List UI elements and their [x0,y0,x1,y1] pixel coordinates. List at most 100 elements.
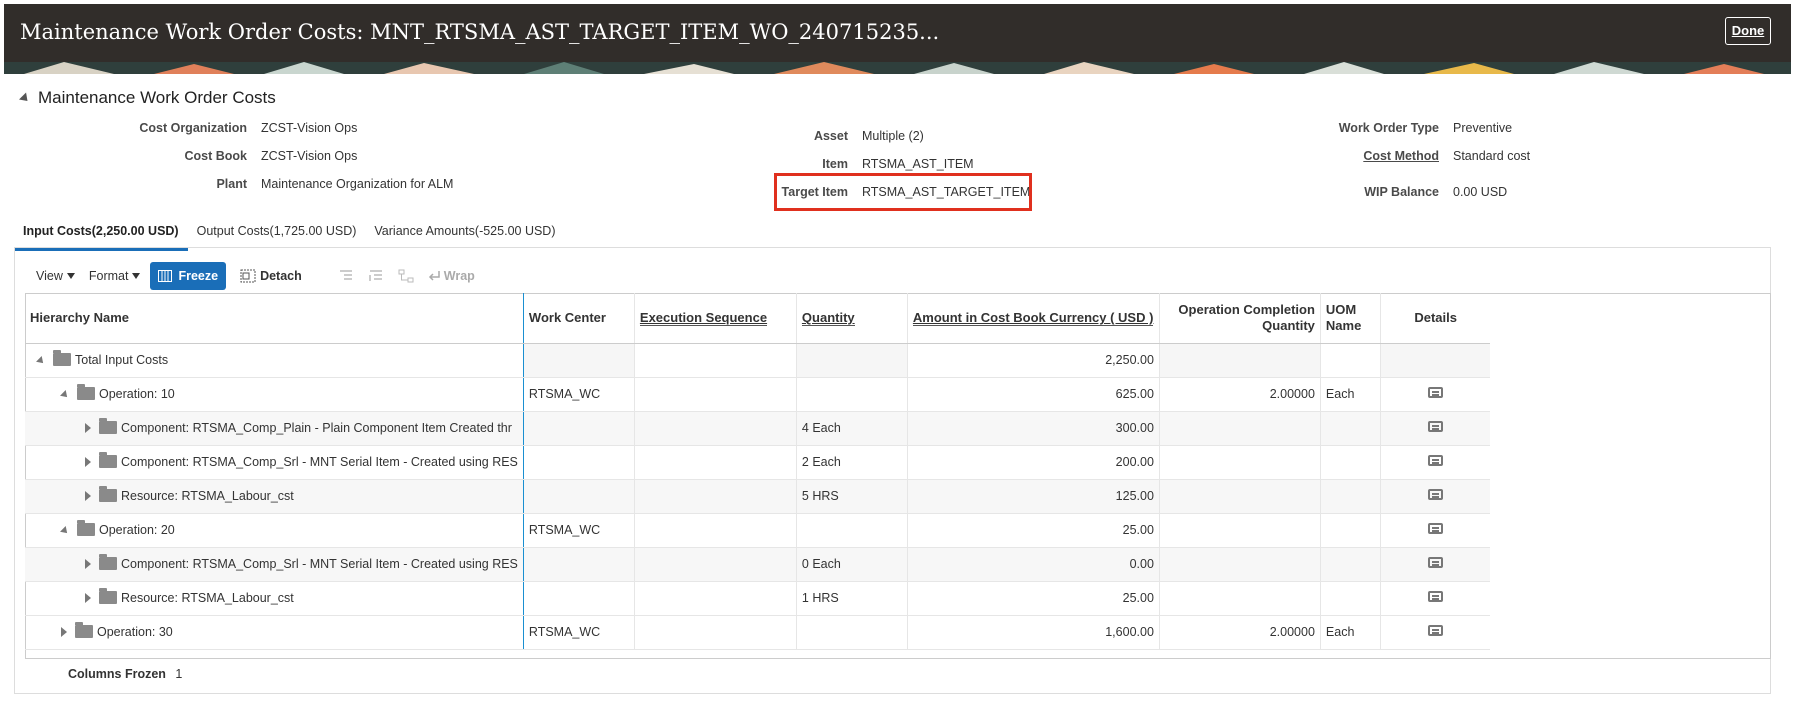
amount-cell: 25.00 [907,581,1160,616]
details-icon[interactable] [1428,557,1444,568]
quantity-cell: 2 Each [796,445,908,480]
done-button[interactable]: Done [1725,17,1771,45]
table-row[interactable]: Resource: RTSMA_Labour_cst 1 HRS 25.00 [25,581,1491,616]
hierarchy-cell: Resource: RTSMA_Labour_cst [25,581,524,616]
details-cell [1380,479,1491,514]
header-banner [4,62,1791,74]
amount-cell: 625.00 [907,377,1160,412]
collapse-all-button[interactable] [338,269,354,283]
details-icon[interactable] [1428,523,1444,534]
expand-icon[interactable] [61,627,67,637]
details-cell [1380,411,1491,446]
detach-icon [240,269,256,283]
collapse-icon[interactable] [36,356,46,366]
execution-sequence-cell [634,343,797,378]
amount-cell: 25.00 [907,513,1160,548]
details-icon[interactable] [1428,489,1444,500]
quantity-cell: 1 HRS [796,581,908,616]
quantity-cell: 4 Each [796,411,908,446]
row-name: Component: RTSMA_Comp_Srl - MNT Serial I… [121,455,518,469]
quantity-cell [796,377,908,412]
col-amount[interactable]: Amount in Cost Book Currency ( USD ) [907,293,1160,344]
tab-variance-amounts[interactable]: Variance Amounts(-525.00 USD) [365,222,564,248]
work-center-cell: RTSMA_WC [523,513,635,548]
details-icon[interactable] [1428,387,1444,398]
uom-cell [1320,445,1381,480]
expand-icon[interactable] [85,423,91,433]
table-row[interactable]: Operation: 20 RTSMA_WC 25.00 [25,513,1491,548]
table-header-row: Hierarchy Name Work Center Execution Seq… [25,293,1491,344]
folder-icon [77,384,95,400]
table-row[interactable]: Operation: 30 RTSMA_WC 1,600.00 2.00000 … [25,615,1491,650]
freeze-icon [158,270,173,282]
col-hierarchy-name[interactable]: Hierarchy Name [25,293,524,344]
execution-sequence-cell [634,513,797,548]
table-row[interactable]: Component: RTSMA_Comp_Plain - Plain Comp… [25,411,1491,446]
item-label: Item [822,157,848,171]
collapse-icon[interactable] [60,390,70,400]
asset-link[interactable]: Multiple (2) [862,129,924,143]
folder-icon [99,588,117,604]
folder-icon [77,520,95,536]
target-item-highlight-box [774,173,1032,211]
col-details[interactable]: Details [1380,293,1491,344]
operation-completion-quantity-cell [1159,445,1321,480]
col-work-center[interactable]: Work Center [523,293,635,344]
work-order-type-value: Preventive [1453,121,1513,135]
details-cell [1380,615,1491,650]
details-icon[interactable] [1428,421,1444,432]
tab-output-costs[interactable]: Output Costs(1,725.00 USD) [188,222,366,248]
uom-cell [1320,411,1381,446]
expand-icon[interactable] [85,491,91,501]
work-center-cell [523,547,635,582]
cost-method-label[interactable]: Cost Method [1219,149,1439,163]
columns-frozen-status: Columns Frozen 1 [68,667,182,681]
view-menu[interactable]: View [36,269,75,283]
page-title: Maintenance Work Order Costs: MNT_RTSMA_… [20,20,940,44]
wrap-button[interactable]: Wrap [428,269,475,283]
collapse-all-icon [339,270,352,280]
table-row[interactable]: Component: RTSMA_Comp_Srl - MNT Serial I… [25,445,1491,480]
hierarchy-button[interactable] [398,269,414,283]
expand-all-button[interactable] [368,269,384,283]
wrap-icon [428,271,440,281]
execution-sequence-cell [634,377,797,412]
folder-icon [99,452,117,468]
operation-completion-quantity-cell [1159,411,1321,446]
details-cell [1380,343,1491,378]
table-row[interactable]: Component: RTSMA_Comp_Srl - MNT Serial I… [25,547,1491,582]
caret-down-icon [132,273,141,279]
expand-icon[interactable] [85,559,91,569]
row-name: Component: RTSMA_Comp_Srl - MNT Serial I… [121,557,518,571]
detach-button[interactable]: Detach [240,269,302,283]
execution-sequence-cell [634,581,797,616]
col-operation-completion-quantity[interactable]: Operation Completion Quantity [1159,293,1321,344]
row-name: Total Input Costs [75,353,169,367]
format-menu[interactable]: Format [89,269,141,283]
expand-icon[interactable] [85,593,91,603]
uom-cell [1320,479,1381,514]
hierarchy-icon [398,269,414,283]
collapse-triangle-icon[interactable] [18,91,32,105]
hierarchy-cell: Component: RTSMA_Comp_Srl - MNT Serial I… [25,547,524,582]
details-icon[interactable] [1428,625,1444,636]
operation-completion-quantity-cell [1159,343,1321,378]
execution-sequence-cell [634,479,797,514]
table-row[interactable]: Resource: RTSMA_Labour_cst 5 HRS 125.00 [25,479,1491,514]
col-uom-name[interactable]: UOM Name [1320,293,1381,344]
section-header[interactable]: Maintenance Work Order Costs [18,88,276,108]
col-quantity[interactable]: Quantity [796,293,908,344]
details-icon[interactable] [1428,591,1444,602]
table-row[interactable]: Operation: 10 RTSMA_WC 625.00 2.00000 Ea… [25,377,1491,412]
col-execution-sequence[interactable]: Execution Sequence [634,293,797,344]
page-header: Maintenance Work Order Costs: MNT_RTSMA_… [4,4,1791,74]
details-icon[interactable] [1428,455,1444,466]
freeze-button[interactable]: Freeze [150,262,227,290]
collapse-icon[interactable] [60,526,70,536]
table-row[interactable]: Total Input Costs 2,250.00 [25,343,1491,378]
amount-cell: 1,600.00 [907,615,1160,650]
hierarchy-cell: Resource: RTSMA_Labour_cst [25,479,524,514]
expand-icon[interactable] [85,457,91,467]
details-cell [1380,377,1491,412]
work-center-cell [523,581,635,616]
